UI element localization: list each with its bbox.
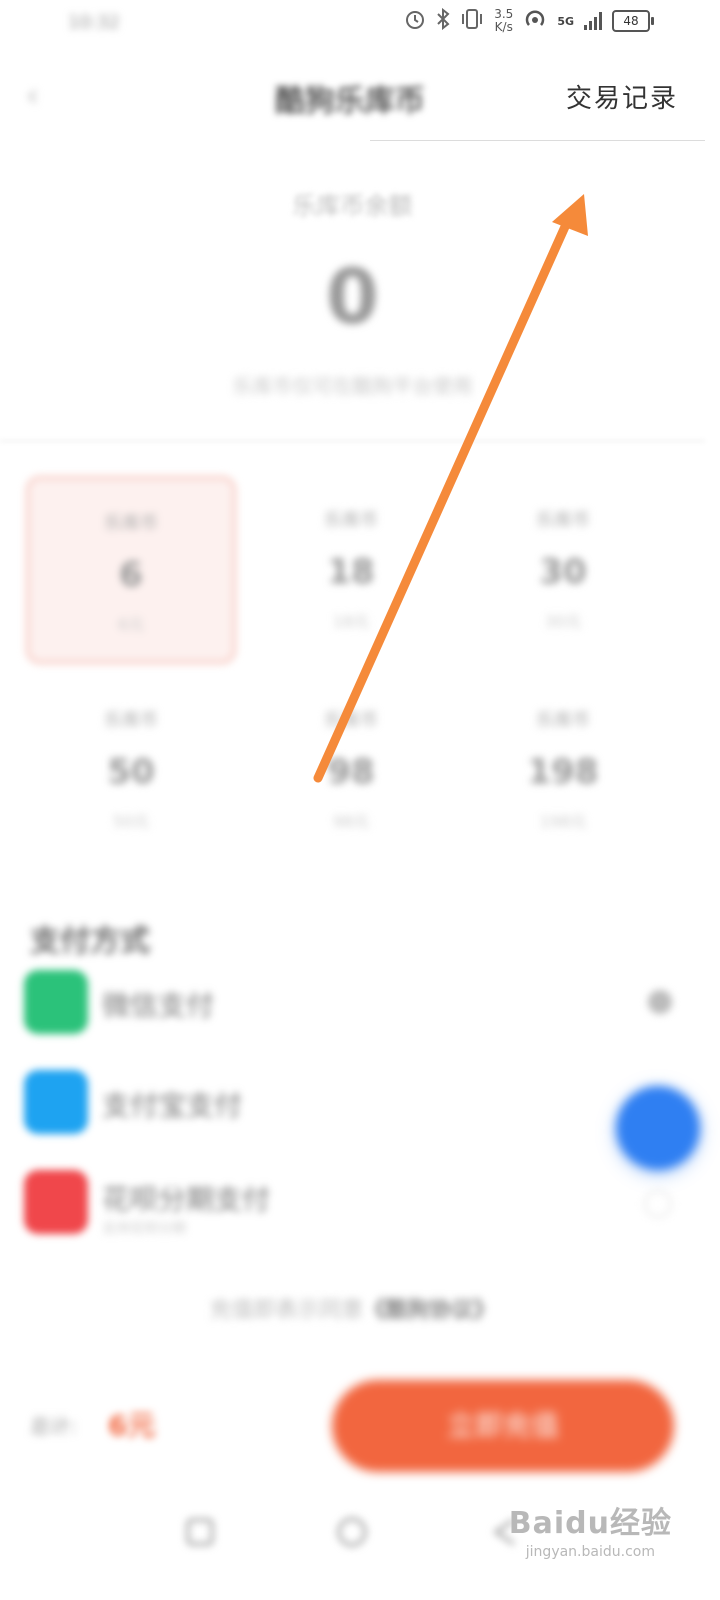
payment-section-title: 支付方式 — [30, 924, 150, 959]
header-divider — [370, 140, 705, 141]
package-option[interactable]: 乐库币 30 30元 — [458, 476, 668, 664]
package-label: 乐库币 — [104, 513, 158, 534]
payment-option-alipay[interactable]: 支付宝支付 — [24, 1070, 684, 1138]
radio-unselected-icon[interactable] — [644, 1190, 672, 1218]
recharge-button[interactable]: 立即充值 — [332, 1380, 674, 1472]
payment-subtitle: 支持花呗分期 — [102, 1221, 186, 1237]
package-price: 18元 — [332, 612, 370, 631]
package-option[interactable]: 乐库币 50 50元 — [26, 676, 236, 864]
balance-label: 乐库币余额 — [292, 192, 413, 220]
status-time: 10:32 — [68, 12, 120, 33]
package-label: 乐库币 — [324, 710, 378, 731]
floating-service-button[interactable] — [616, 1086, 700, 1170]
nav-home-icon[interactable] — [332, 1512, 372, 1552]
transaction-records-link[interactable]: 交易记录 — [566, 78, 678, 115]
package-amount: 198 — [527, 752, 599, 792]
package-price: 50元 — [112, 812, 150, 831]
payment-name: 微信支付 — [102, 989, 215, 1022]
network-type: 5G — [557, 14, 574, 28]
package-label: 乐库币 — [104, 710, 158, 731]
back-arrow-icon[interactable]: ‹ — [26, 76, 56, 114]
payment-option-huabei[interactable]: 花呗分期支付 支持花呗分期 — [24, 1170, 684, 1238]
huabei-icon — [24, 1170, 88, 1234]
payment-option-wechat[interactable]: 微信支付 — [24, 970, 684, 1038]
package-option[interactable]: 乐库币 18 18元 — [246, 476, 456, 664]
signal-icon — [584, 12, 602, 30]
hotspot-icon — [523, 8, 547, 34]
package-label: 乐库币 — [536, 510, 590, 531]
radio-selected-icon[interactable] — [648, 990, 672, 1014]
package-price: 30元 — [544, 612, 582, 631]
package-amount: 50 — [107, 752, 155, 792]
payment-name: 支付宝支付 — [102, 1089, 243, 1122]
agreement-link[interactable]: 《酷狗协议》 — [364, 1298, 496, 1323]
alarm-icon — [404, 8, 426, 34]
package-amount: 6 — [119, 555, 143, 595]
net-speed-unit: K/s — [494, 20, 513, 34]
package-label: 乐库币 — [536, 710, 590, 731]
watermark-sub: jingyan.baidu.com — [525, 1544, 655, 1560]
page-title: 酷狗乐库币 — [275, 84, 425, 119]
package-amount: 30 — [539, 552, 587, 592]
wechat-icon — [24, 970, 88, 1034]
agreement-text: 充值即表示同意《酷狗协议》 — [0, 1292, 705, 1324]
section-divider — [0, 440, 705, 442]
balance-value: 0 — [326, 252, 379, 341]
watermark-main: Baidu经验 — [508, 1506, 672, 1541]
package-option[interactable]: 乐库币 198 198元 — [458, 676, 668, 864]
package-price: 98元 — [332, 812, 370, 831]
package-option[interactable]: 乐库币 6 6元 — [26, 476, 236, 664]
package-label: 乐库币 — [324, 510, 378, 531]
package-price: 198元 — [539, 812, 587, 831]
recharge-package-grid: 乐库币 6 6元 乐库币 18 18元 乐库币 30 30元 乐库币 50 50… — [26, 476, 671, 866]
status-icons: 3.5 K/s 5G 48 — [404, 7, 654, 34]
app-header: ‹ 酷狗乐库币 交易记录 — [0, 48, 720, 140]
nav-menu-icon[interactable] — [180, 1512, 220, 1552]
balance-note: 乐库币仅可在酷狗平台使用 — [232, 374, 473, 398]
vibrate-icon — [460, 8, 484, 34]
package-price: 6元 — [117, 615, 145, 634]
package-amount: 18 — [327, 552, 375, 592]
agreement-prefix: 充值即表示同意 — [209, 1298, 364, 1323]
alipay-icon — [24, 1070, 88, 1134]
battery-icon: 48 — [612, 10, 654, 32]
net-speed: 3.5 K/s — [494, 8, 513, 34]
total-label: 总计: — [30, 1414, 77, 1438]
payment-name: 花呗分期支付 — [102, 1183, 271, 1216]
total-value: 6元 — [108, 1409, 156, 1442]
package-amount: 98 — [327, 752, 375, 792]
package-option[interactable]: 乐库币 98 98元 — [246, 676, 456, 864]
baidu-jingyan-watermark: Baidu经验 jingyan.baidu.com — [509, 1498, 672, 1560]
bluetooth-icon — [436, 7, 450, 34]
status-bar: 10:32 3.5 K/s 5G 48 — [0, 0, 720, 48]
